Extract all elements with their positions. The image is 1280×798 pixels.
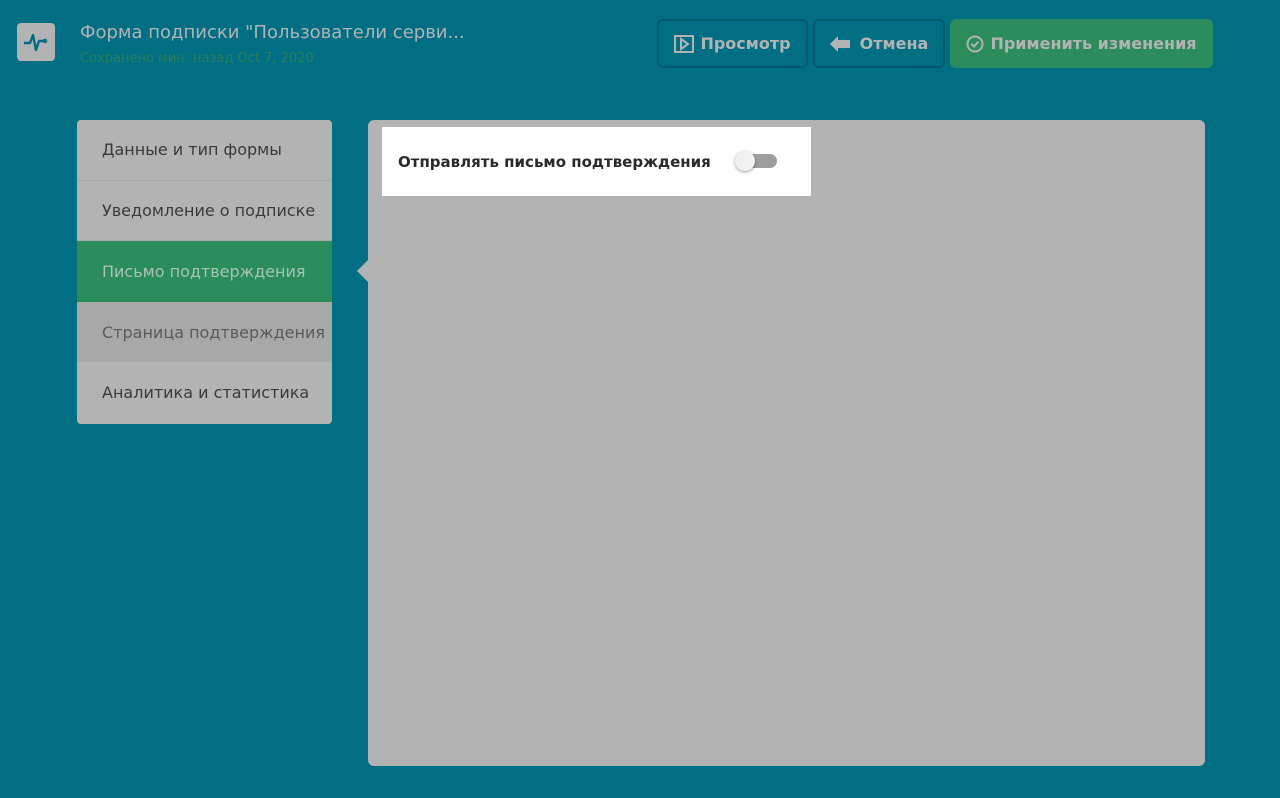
active-pointer <box>357 260 368 282</box>
send-confirmation-label: Отправлять письмо подтверждения <box>398 152 711 171</box>
saved-status: Сохранено мин. назад Oct 7, 2020 <box>80 51 314 66</box>
send-confirmation-setting: Отправлять письмо подтверждения <box>382 127 811 196</box>
preview-button[interactable]: Просмотр <box>657 19 808 68</box>
app-logo[interactable] <box>17 23 55 61</box>
toggle-knob <box>735 151 755 171</box>
sidebar-item-analytics[interactable]: Аналитика и статистика <box>77 362 332 423</box>
form-title: Форма подписки "Пользователи серви... <box>80 22 465 43</box>
sidebar-item-confirmation-page[interactable]: Страница подтверждения <box>77 301 332 363</box>
play-icon <box>674 34 695 53</box>
content-panel: Отправлять письмо подтверждения <box>368 120 1205 766</box>
sidebar-item-form-data[interactable]: Данные и тип формы <box>77 120 332 181</box>
arrow-left-icon <box>829 35 850 52</box>
sidebar-item-subscription-notification[interactable]: Уведомление о подписке <box>77 181 332 242</box>
apply-changes-button[interactable]: Применить изменения <box>950 19 1213 68</box>
cancel-button[interactable]: Отмена <box>813 19 945 68</box>
settings-sidebar: Данные и тип формы Уведомление о подписк… <box>77 120 332 424</box>
preview-label: Просмотр <box>700 34 791 53</box>
check-circle-icon <box>966 35 984 52</box>
pulse-icon <box>24 33 48 52</box>
sidebar-item-confirmation-email[interactable]: Письмо подтверждения <box>77 241 332 302</box>
cancel-label: Отмена <box>859 34 929 53</box>
apply-label: Применить изменения <box>990 34 1197 53</box>
send-confirmation-toggle[interactable] <box>735 151 777 171</box>
